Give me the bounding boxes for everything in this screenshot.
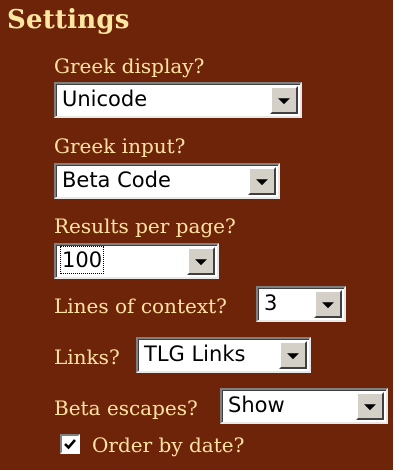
- checkmark-icon: [64, 439, 76, 450]
- results-per-page-label: Results per page?: [54, 214, 236, 238]
- order-by-date-checkbox[interactable]: [60, 434, 80, 454]
- greek-input-select[interactable]: Beta Code: [54, 163, 280, 199]
- greek-input-value: Beta Code: [62, 168, 171, 192]
- lines-of-context-label: Lines of context?: [54, 294, 227, 318]
- settings-title: Settings: [7, 5, 130, 35]
- links-select[interactable]: TLG Links: [136, 337, 311, 373]
- settings-panel: Settings Greek display? Unicode Greek in…: [0, 0, 393, 470]
- chevron-down-icon[interactable]: [248, 167, 276, 195]
- beta-escapes-select[interactable]: Show: [220, 388, 388, 424]
- chevron-down-icon[interactable]: [279, 341, 307, 369]
- results-per-page-select[interactable]: 100: [54, 243, 219, 279]
- chevron-down-icon[interactable]: [356, 392, 384, 420]
- beta-escapes-label: Beta escapes?: [54, 396, 198, 420]
- chevron-down-icon[interactable]: [187, 247, 215, 275]
- greek-display-select[interactable]: Unicode: [54, 82, 302, 118]
- links-label: Links?: [54, 345, 120, 369]
- order-by-date-label: Order by date?: [92, 433, 245, 457]
- beta-escapes-value: Show: [228, 393, 285, 417]
- lines-of-context-value: 3: [264, 291, 278, 315]
- chevron-down-icon[interactable]: [314, 290, 342, 318]
- greek-input-label: Greek input?: [54, 134, 186, 158]
- greek-display-value: Unicode: [62, 87, 148, 111]
- lines-of-context-select[interactable]: 3: [256, 286, 346, 322]
- links-value: TLG Links: [144, 342, 246, 366]
- greek-display-label: Greek display?: [54, 54, 205, 78]
- chevron-down-icon[interactable]: [270, 86, 298, 114]
- results-per-page-value: 100: [59, 246, 105, 274]
